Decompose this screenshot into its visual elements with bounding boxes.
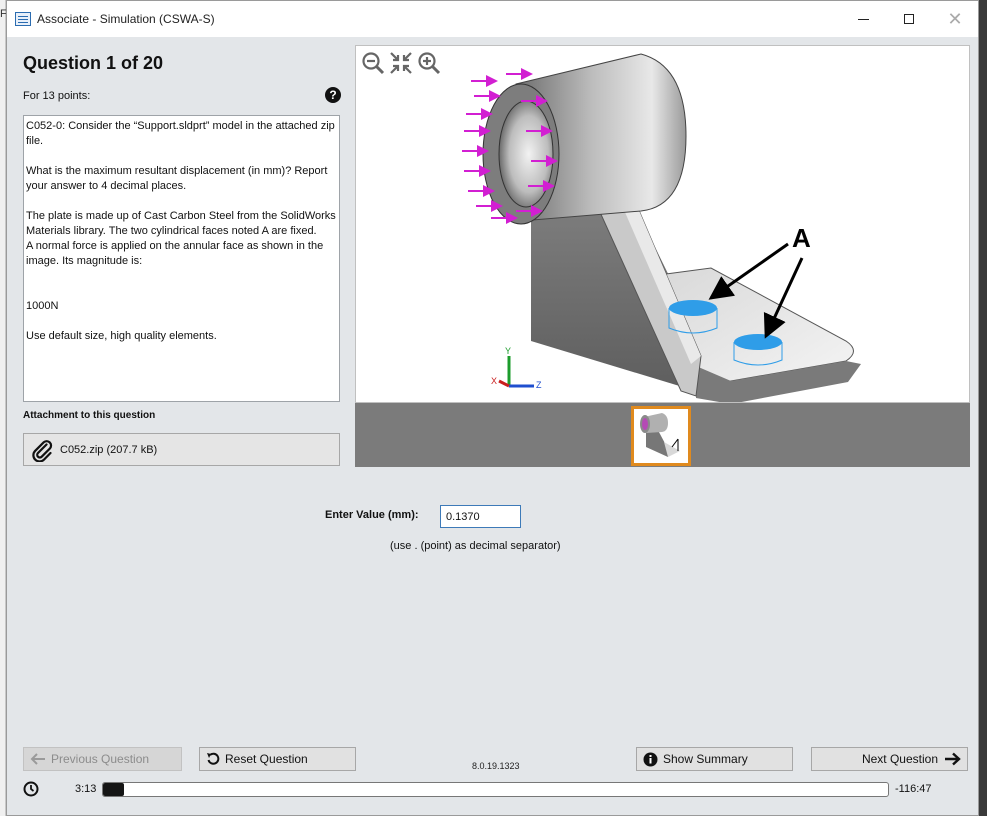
question-line: A normal force is applied on the annular… xyxy=(26,240,324,267)
decimal-separator-note: (use . (point) as decimal separator) xyxy=(390,540,561,552)
bore xyxy=(498,100,554,208)
svg-text:Z: Z xyxy=(536,380,542,390)
clock-icon xyxy=(23,781,39,797)
close-button[interactable]: ✕ xyxy=(932,5,978,33)
attachment-filename: C052.zip (207.7 kB) xyxy=(60,443,158,456)
paperclip-icon xyxy=(32,439,53,462)
answer-input[interactable] xyxy=(440,505,521,528)
thumbnail-strip xyxy=(355,403,970,467)
attachment-label: Attachment to this question xyxy=(23,410,156,421)
version-label: 8.0.19.1323 xyxy=(472,761,520,771)
zoom-in-icon[interactable] xyxy=(416,50,442,76)
previous-question-label: Previous Question xyxy=(51,752,150,766)
undo-icon xyxy=(206,752,220,766)
zoom-out-icon[interactable] xyxy=(360,50,386,76)
maximize-button[interactable] xyxy=(886,5,932,33)
minimize-icon xyxy=(857,18,869,20)
answer-label: Enter Value (mm): xyxy=(325,509,419,521)
question-line: 1000N xyxy=(26,300,59,312)
help-icon[interactable]: ? xyxy=(325,87,341,103)
close-icon: ✕ xyxy=(947,8,963,29)
background-desktop-edge xyxy=(979,0,987,816)
question-text-box[interactable]: C052-0: Consider the “Support.sldprt” mo… xyxy=(23,115,340,402)
next-question-button[interactable]: Next Question xyxy=(811,747,968,771)
show-summary-button[interactable]: Show Summary xyxy=(636,747,793,771)
next-question-label: Next Question xyxy=(861,752,938,766)
app-icon xyxy=(15,12,31,26)
elapsed-time: 3:13 xyxy=(75,783,97,795)
zoom-toolbar xyxy=(360,50,442,76)
question-line: The plate is made up of Cast Carbon Stee… xyxy=(26,210,336,237)
question-line: C052-0: Consider the “Support.sldprt” mo… xyxy=(26,120,335,147)
time-progress-fill xyxy=(103,783,125,796)
title-bar: Associate - Simulation (CSWA-S) ✕ xyxy=(7,1,978,37)
arrow-left-icon xyxy=(30,753,46,765)
figure-viewer[interactable]: A Y Z X xyxy=(355,45,970,403)
figure-thumbnail[interactable] xyxy=(631,406,691,466)
info-icon xyxy=(643,752,658,767)
question-heading: Question 1 of 20 xyxy=(23,53,164,73)
arrow-right-icon xyxy=(944,752,961,766)
window-title: Associate - Simulation (CSWA-S) xyxy=(37,12,215,26)
minimize-button[interactable] xyxy=(840,5,886,33)
previous-question-button[interactable]: Previous Question xyxy=(23,747,182,771)
thumbnail-image xyxy=(634,409,688,463)
show-summary-label: Show Summary xyxy=(663,752,748,766)
time-progress-bar xyxy=(102,782,889,797)
support-model-figure: A Y Z X xyxy=(462,53,861,402)
exam-window: Associate - Simulation (CSWA-S) ✕ Questi… xyxy=(6,0,979,816)
points-label: For 13 points: xyxy=(23,90,91,102)
reset-question-button[interactable]: Reset Question xyxy=(199,747,356,771)
svg-text:Y: Y xyxy=(505,346,511,356)
svg-text:X: X xyxy=(491,376,497,386)
fit-icon[interactable] xyxy=(388,50,414,76)
callout-label: A xyxy=(792,223,811,253)
reset-question-label: Reset Question xyxy=(225,752,308,766)
question-line: Use default size, high quality elements. xyxy=(26,330,217,342)
remaining-time: -116:47 xyxy=(895,783,932,795)
attachment-button[interactable]: C052.zip (207.7 kB) xyxy=(23,433,340,466)
maximize-icon xyxy=(904,14,914,24)
axis-triad: Y Z X xyxy=(491,346,542,390)
question-line: What is the maximum resultant displaceme… xyxy=(26,165,328,192)
